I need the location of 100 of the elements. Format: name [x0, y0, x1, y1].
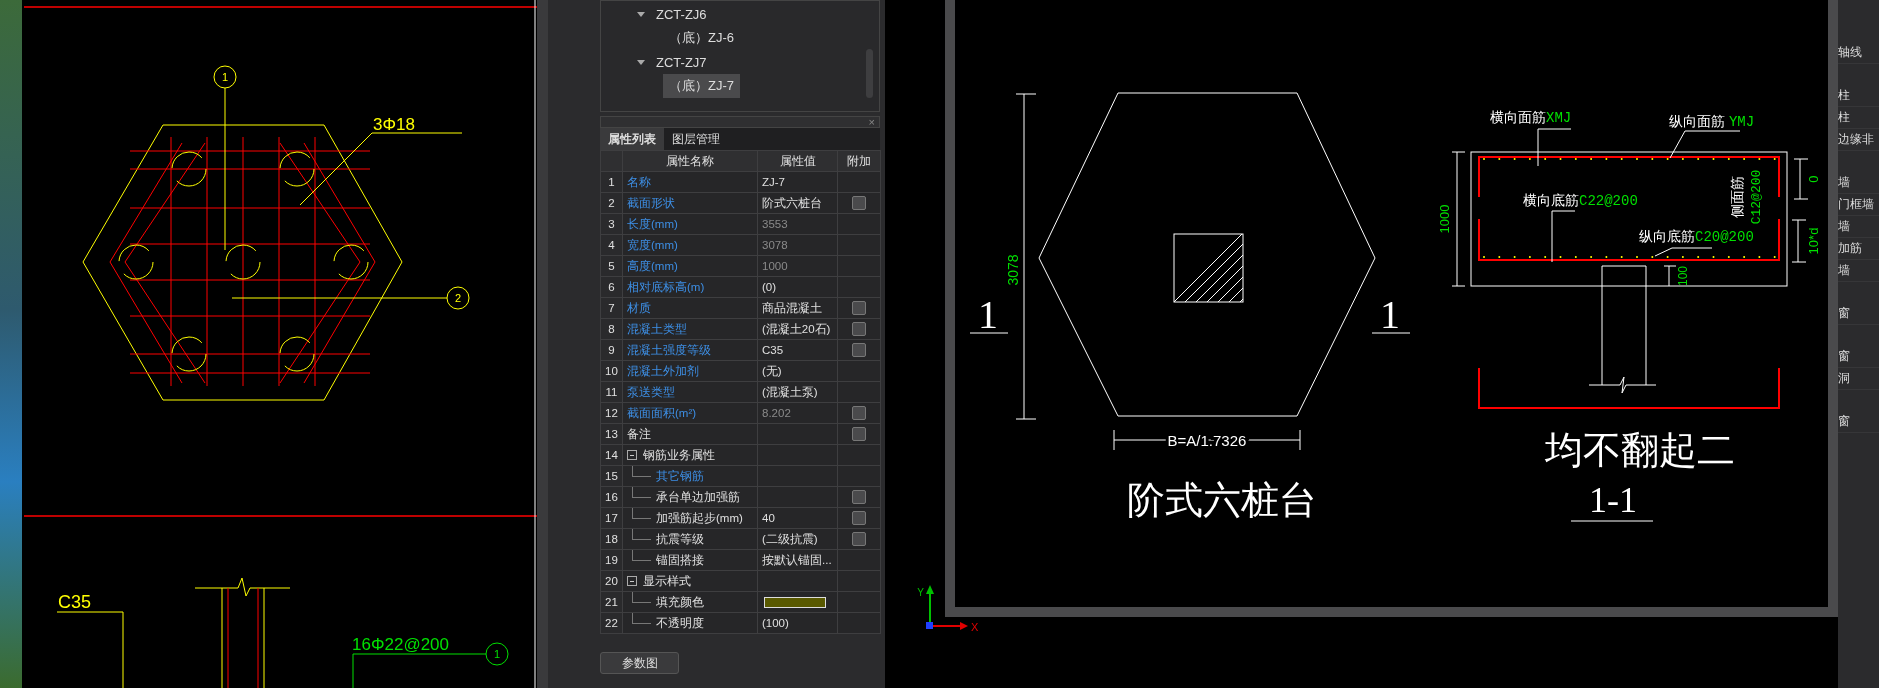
color-swatch[interactable] — [764, 596, 826, 608]
property-value: (混凝土泵) — [762, 385, 818, 398]
row-number: 9 — [600, 339, 623, 361]
tab[interactable]: 属性列表 — [600, 128, 664, 150]
property-value: 商品混凝土 — [762, 301, 822, 314]
checkbox[interactable] — [852, 343, 866, 357]
axis-bubble: 1 — [485, 642, 509, 666]
row-number: 22 — [600, 612, 623, 634]
sidebar-item[interactable]: 墙 — [1838, 216, 1879, 238]
tree-item[interactable]: （底）ZJ-6 — [663, 26, 740, 50]
row-number: 13 — [600, 423, 623, 445]
bar-note: 16Φ22@200 — [352, 635, 449, 654]
checkbox[interactable] — [852, 490, 866, 504]
row-number: 21 — [600, 591, 623, 613]
dimension-text: 3078 — [1005, 254, 1021, 286]
property-value: 按默认锚固... — [762, 553, 832, 566]
sidebar-item[interactable]: 窗 — [1838, 303, 1879, 325]
sidebar-item[interactable]: 柱 — [1838, 85, 1879, 107]
sidebar-item[interactable]: 洞 — [1838, 368, 1879, 390]
tree-item[interactable]: （底）ZJ-7 — [663, 74, 740, 98]
rebar-label: 侧面筋 — [1729, 176, 1745, 218]
dimension-text: 10*d — [1806, 227, 1821, 255]
row-number: 7 — [600, 297, 623, 319]
column-header: 附加 — [837, 150, 881, 172]
leader-line — [1537, 128, 1572, 167]
sidebar-item[interactable]: 墙 — [1838, 172, 1879, 194]
property-name: 填充颜色 — [656, 594, 704, 610]
collapse-toggle[interactable] — [627, 450, 637, 460]
drawing-title: 阶式六桩台 — [1127, 479, 1317, 521]
sidebar-item[interactable]: 窗 — [1838, 411, 1879, 433]
collapse-toggle[interactable] — [627, 576, 637, 586]
hatched-column — [1173, 233, 1244, 303]
row-number: 18 — [600, 528, 623, 550]
section-mark: 1 — [1380, 292, 1400, 337]
section-title: 1-1 — [1589, 480, 1637, 520]
dimension-text: B=A/1.7326 — [1167, 432, 1247, 449]
dimension-text: 1000 — [1437, 204, 1452, 234]
property-name: 混凝土外加剂 — [627, 363, 699, 379]
property-name: 钢筋业务属性 — [643, 447, 715, 463]
property-value: 3078 — [762, 239, 788, 251]
row-number: 1 — [600, 171, 623, 193]
property-value: ZJ-7 — [762, 176, 785, 188]
sidebar-item[interactable]: 门框墙 — [1838, 194, 1879, 216]
property-name: 备注 — [627, 426, 651, 442]
axis-bubble: 1 — [213, 65, 237, 89]
close-button[interactable]: × — [868, 117, 879, 127]
row-number: 8 — [600, 318, 623, 340]
property-name: 承台单边加强筋 — [656, 489, 740, 505]
row-number: 5 — [600, 255, 623, 277]
rebar-label: 纵向面筋 YMJ — [1669, 113, 1755, 130]
checkbox[interactable] — [852, 301, 866, 315]
tree-item[interactable]: ZCT-ZJ7 — [650, 51, 713, 73]
row-number: 6 — [600, 276, 623, 298]
property-name: 锚固搭接 — [656, 552, 704, 568]
property-name: 高度(mm) — [627, 258, 678, 274]
property-value: 阶式六桩台 — [762, 196, 822, 209]
tree-item[interactable]: ZCT-ZJ6 — [650, 3, 713, 25]
dimension-line — [1663, 265, 1677, 287]
property-name: 材质 — [627, 300, 651, 316]
row-number: 16 — [600, 486, 623, 508]
axis-bubble: 2 — [446, 286, 470, 310]
leader-line — [1654, 247, 1713, 257]
column-header: 属性名称 — [622, 150, 758, 172]
caret-icon[interactable] — [637, 59, 645, 65]
sidebar-item[interactable]: 轴线 — [1838, 42, 1879, 64]
property-name: 显示样式 — [643, 573, 691, 589]
section-caption: 均不翻起二 — [1545, 429, 1735, 471]
checkbox[interactable] — [852, 196, 866, 210]
checkbox[interactable] — [852, 532, 866, 546]
checkbox[interactable] — [852, 322, 866, 336]
property-value: 1000 — [762, 260, 788, 272]
property-value: (无) — [762, 364, 782, 377]
property-value: 3553 — [762, 218, 788, 230]
sidebar-item[interactable]: 边缘非 — [1838, 129, 1879, 151]
sidebar-item[interactable]: 窗 — [1838, 346, 1879, 368]
checkbox[interactable] — [852, 511, 866, 525]
checkbox[interactable] — [852, 427, 866, 441]
sidebar-item[interactable]: 墙 — [1838, 260, 1879, 282]
caret-icon[interactable] — [637, 11, 645, 17]
sidebar-item[interactable]: 加筋 — [1838, 238, 1879, 260]
property-name: 抗震等级 — [656, 531, 704, 547]
parameter-diagram-button[interactable]: 参数图 — [600, 652, 679, 674]
dimension-line — [1793, 158, 1809, 200]
property-name: 泵送类型 — [627, 384, 675, 400]
concrete-note: C35 — [58, 592, 92, 612]
sidebar-item[interactable]: 柱 — [1838, 107, 1879, 129]
checkbox[interactable] — [852, 406, 866, 420]
rebar-note: 3Φ18 — [373, 115, 415, 134]
property-value: 40 — [762, 512, 775, 524]
row-number: 2 — [600, 192, 623, 214]
row-number: 11 — [600, 381, 623, 403]
axis-label: X — [971, 621, 979, 633]
dimension-text: 0 — [1806, 175, 1821, 183]
property-name: 不透明度 — [656, 615, 704, 631]
row-number: 3 — [600, 213, 623, 235]
dimension-text: 100 — [1676, 266, 1690, 286]
axis-arrow-x — [926, 622, 968, 630]
property-name: 加强筋起步(mm) — [656, 510, 743, 526]
property-name: 截面形状 — [627, 195, 675, 211]
rebar-label: 横向底筋C22@200 — [1523, 192, 1638, 209]
